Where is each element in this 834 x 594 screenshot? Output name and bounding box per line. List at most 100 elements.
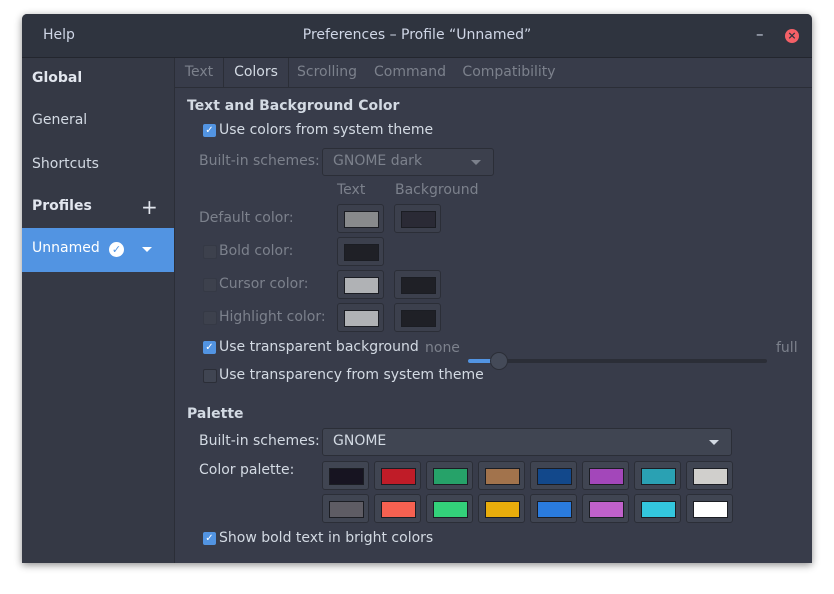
sidebar-item-label: General bbox=[32, 112, 88, 128]
text-bg-heading: Text and Background Color bbox=[187, 98, 400, 114]
palette-schemes-dropdown[interactable]: GNOME bbox=[322, 428, 732, 456]
default-profile-check-icon: ✓ bbox=[109, 242, 124, 257]
tab-bar: Text Colors Scrolling Command Compatibil… bbox=[175, 58, 812, 88]
palette-color-button[interactable] bbox=[530, 461, 577, 490]
tab-compatibility[interactable]: Compatibility bbox=[460, 58, 558, 87]
transparent-bg-label: Use transparent background bbox=[219, 339, 419, 355]
bold-text-color-button[interactable] bbox=[337, 237, 384, 266]
bold-color-label: Bold color: bbox=[219, 243, 294, 259]
minimize-icon[interactable]: – bbox=[756, 25, 764, 43]
palette-color-button[interactable] bbox=[426, 494, 473, 523]
profile-menu-chevron-down-icon[interactable] bbox=[142, 247, 152, 252]
palette-color-button[interactable] bbox=[478, 494, 525, 523]
title-bar: Help Preferences – Profile “Unnamed” – × bbox=[22, 14, 812, 58]
sidebar-item-general[interactable]: General bbox=[22, 100, 174, 144]
slider-min-label: none bbox=[425, 340, 460, 356]
palette-color-button[interactable] bbox=[374, 494, 421, 523]
sidebar-item-profile-unnamed[interactable]: Unnamed ✓ bbox=[22, 228, 174, 272]
color-swatch bbox=[485, 468, 520, 485]
sidebar-heading-profiles: Profiles + bbox=[22, 186, 174, 230]
highlight-text-color-button[interactable] bbox=[337, 303, 384, 332]
add-profile-plus-icon[interactable]: + bbox=[141, 195, 158, 219]
highlight-color-checkbox[interactable] bbox=[203, 311, 217, 325]
bold-bright-label: Show bold text in bright colors bbox=[219, 530, 434, 546]
bold-bright-checkbox[interactable]: ✓ bbox=[203, 532, 216, 545]
color-swatch bbox=[433, 501, 468, 518]
builtin-schemes-dropdown[interactable]: GNOME dark bbox=[322, 148, 494, 176]
color-swatch bbox=[693, 468, 728, 485]
color-swatch bbox=[344, 277, 379, 294]
chevron-down-icon bbox=[709, 440, 719, 445]
tab-scrolling[interactable]: Scrolling bbox=[293, 58, 361, 87]
palette-builtin-label: Built-in schemes: bbox=[199, 433, 320, 449]
palette-schemes-value: GNOME bbox=[333, 433, 387, 449]
sidebar-item-label: Shortcuts bbox=[32, 156, 99, 172]
color-swatch bbox=[381, 501, 416, 518]
builtin-schemes-label: Built-in schemes: bbox=[199, 153, 320, 169]
highlight-color-label: Highlight color: bbox=[219, 309, 326, 325]
color-swatch bbox=[641, 501, 676, 518]
palette-color-button[interactable] bbox=[634, 494, 681, 523]
palette-color-button[interactable] bbox=[374, 461, 421, 490]
cursor-text-color-button[interactable] bbox=[337, 270, 384, 299]
bold-color-checkbox[interactable] bbox=[203, 245, 217, 259]
transparency-system-label: Use transparency from system theme bbox=[219, 367, 484, 383]
column-text-label: Text bbox=[337, 182, 366, 198]
default-color-label: Default color: bbox=[199, 210, 294, 226]
palette-color-button[interactable] bbox=[634, 461, 681, 490]
color-swatch bbox=[344, 211, 379, 228]
color-swatch bbox=[589, 468, 624, 485]
transparency-slider-track[interactable] bbox=[468, 359, 767, 363]
color-swatch bbox=[433, 468, 468, 485]
palette-color-button[interactable] bbox=[322, 494, 369, 523]
window-title: Preferences – Profile “Unnamed” bbox=[302, 27, 532, 43]
palette-color-button[interactable] bbox=[582, 461, 629, 490]
palette-color-button[interactable] bbox=[530, 494, 577, 523]
default-bg-color-button[interactable] bbox=[394, 204, 441, 233]
sidebar-heading-global: Global bbox=[22, 58, 174, 102]
color-swatch bbox=[401, 277, 436, 294]
palette-color-button[interactable] bbox=[582, 494, 629, 523]
palette-color-button[interactable] bbox=[686, 461, 733, 490]
cursor-color-checkbox[interactable] bbox=[203, 278, 217, 292]
default-text-color-button[interactable] bbox=[337, 204, 384, 233]
sidebar: Global General Shortcuts Profiles + Unna… bbox=[22, 58, 175, 563]
sidebar-heading-label: Global bbox=[32, 70, 83, 86]
transparent-bg-checkbox[interactable]: ✓ bbox=[203, 341, 216, 354]
color-swatch bbox=[329, 501, 364, 518]
cursor-color-label: Cursor color: bbox=[219, 276, 309, 292]
builtin-schemes-value: GNOME dark bbox=[333, 153, 423, 169]
chevron-down-icon bbox=[471, 160, 481, 165]
palette-color-button[interactable] bbox=[478, 461, 525, 490]
color-swatch bbox=[537, 468, 572, 485]
palette-color-button[interactable] bbox=[322, 461, 369, 490]
use-system-colors-checkbox[interactable]: ✓ bbox=[203, 124, 216, 137]
close-icon[interactable]: × bbox=[785, 29, 799, 43]
sidebar-heading-label: Profiles bbox=[32, 198, 92, 214]
color-palette-label: Color palette: bbox=[199, 462, 295, 478]
color-swatch bbox=[329, 468, 364, 485]
palette-color-button[interactable] bbox=[426, 461, 473, 490]
palette-color-button[interactable] bbox=[686, 494, 733, 523]
color-swatch bbox=[693, 501, 728, 518]
color-swatch bbox=[641, 468, 676, 485]
profile-name-label: Unnamed bbox=[32, 240, 100, 256]
palette-heading: Palette bbox=[187, 406, 244, 422]
color-swatch bbox=[344, 310, 379, 327]
transparency-system-checkbox[interactable] bbox=[203, 369, 217, 383]
color-swatch bbox=[401, 211, 436, 228]
slider-max-label: full bbox=[776, 340, 798, 356]
cursor-bg-color-button[interactable] bbox=[394, 270, 441, 299]
transparency-slider-handle[interactable] bbox=[489, 352, 508, 370]
highlight-bg-color-button[interactable] bbox=[394, 303, 441, 332]
color-swatch bbox=[401, 310, 436, 327]
color-swatch bbox=[537, 501, 572, 518]
sidebar-item-shortcuts[interactable]: Shortcuts bbox=[22, 144, 174, 188]
tab-colors[interactable]: Colors bbox=[223, 58, 289, 87]
column-background-label: Background bbox=[395, 182, 479, 198]
preferences-window: Help Preferences – Profile “Unnamed” – ×… bbox=[22, 14, 812, 563]
color-swatch bbox=[485, 501, 520, 518]
use-system-colors-label: Use colors from system theme bbox=[219, 122, 434, 138]
tab-command[interactable]: Command bbox=[371, 58, 449, 87]
tab-text[interactable]: Text bbox=[181, 58, 217, 87]
